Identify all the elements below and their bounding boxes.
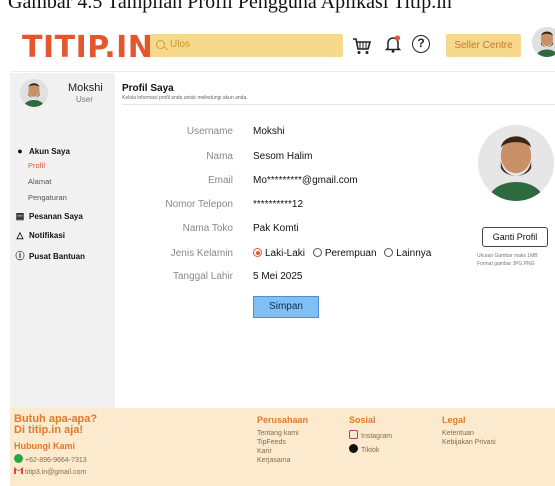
sidebar-item-label: Pusat Bantuan xyxy=(29,252,86,261)
birth-date-label: Tanggal Lahir xyxy=(172,271,233,282)
sidebar-item-pesanan-saya[interactable]: ▤ Pesanan Saya xyxy=(15,210,83,222)
email-field[interactable]: Mo*********@gmail.com xyxy=(253,175,358,186)
footer-link[interactable]: Tentang kami xyxy=(257,430,299,437)
sidebar-item-akun-saya[interactable]: ● Akun Saya xyxy=(15,145,70,157)
gender-label: Jenis Kelamin xyxy=(170,248,233,259)
username-field[interactable]: Mokshi xyxy=(253,126,285,137)
gender-radio-group: Laki-Laki Perempuan Lainnya xyxy=(253,248,436,259)
sidebar-item-label: Pesanan Saya xyxy=(29,212,83,221)
cart-icon[interactable] xyxy=(352,37,372,55)
email-address: titip3.in@gmail.com xyxy=(25,469,87,476)
photo-format-hint: Format gambar JPG,PNG xyxy=(477,261,535,267)
footer-email[interactable]: titip3.in@gmail.com xyxy=(14,466,86,476)
mail-icon xyxy=(14,466,23,475)
change-photo-button[interactable]: Ganti Profil xyxy=(482,227,548,247)
footer-link[interactable]: Kebijakan Privasi xyxy=(442,439,496,446)
phone-number: +62-896-9664-7313 xyxy=(25,457,87,464)
gender-option-label: Laki-Laki xyxy=(265,248,306,259)
app-logo[interactable]: TITIP.IN xyxy=(22,30,153,65)
phone-field[interactable]: **********12 xyxy=(253,199,303,210)
sidebar-sub-profil[interactable]: Profil xyxy=(28,160,45,171)
photo-size-hint: Ukuran Gambar maks 1MB xyxy=(477,253,538,259)
search-input[interactable]: Ulos xyxy=(170,39,190,50)
footer-social-heading: Sosial xyxy=(349,415,376,425)
search-bar[interactable]: Ulos xyxy=(150,34,343,57)
shop-name-field[interactable]: Pak Komti xyxy=(253,223,299,234)
gender-radio-female[interactable] xyxy=(312,248,322,257)
footer-tagline: Butuh apa-apa? Di titip.in aja! xyxy=(14,414,97,436)
footer-tiktok-link[interactable]: Tiktok xyxy=(349,444,379,454)
footer-link[interactable]: Ketentuan xyxy=(442,430,474,437)
footer-legal-heading: Legal xyxy=(442,415,466,425)
footer-phone[interactable]: +62-896-9664-7313 xyxy=(14,454,87,464)
footer-link[interactable]: Karir xyxy=(257,448,272,455)
sidebar-sub-pengaturan[interactable]: Pengaturan xyxy=(28,192,67,203)
top-header: TITIP.IN Ulos ? Seller Centre xyxy=(10,18,555,72)
help-icon: ⓘ xyxy=(15,251,25,261)
page-title: Profil Saya xyxy=(122,83,174,94)
header-avatar[interactable] xyxy=(532,27,555,57)
profile-panel: Profil Saya Kelola informasi profil anda… xyxy=(115,73,555,408)
user-icon: ● xyxy=(17,146,23,156)
footer-link: Instagram xyxy=(361,433,393,440)
footer-link: Tiktok xyxy=(361,447,380,454)
email-label: Email xyxy=(207,175,233,186)
sidebar-item-label: Akun Saya xyxy=(29,147,70,156)
birth-date-field[interactable]: 5 Mei 2025 xyxy=(253,271,302,282)
sidebar-avatar xyxy=(20,79,48,107)
figure-caption: Gambar 4.5 Tampilan Profil Pengguna Apli… xyxy=(8,0,452,13)
tiktok-icon xyxy=(349,444,358,453)
footer-instagram-link[interactable]: Instagram xyxy=(349,430,392,440)
gender-radio-male[interactable] xyxy=(253,248,262,257)
name-field[interactable]: Sesom Halim xyxy=(253,151,312,162)
gender-option-label: Lainnya xyxy=(396,248,432,259)
divider xyxy=(122,104,555,105)
bell-icon: △ xyxy=(16,230,24,240)
seller-centre-button[interactable]: Seller Centre xyxy=(446,34,521,57)
name-label: Nama xyxy=(206,151,233,162)
sidebar-user-name: Mokshi xyxy=(68,82,103,94)
receipt-icon: ▤ xyxy=(15,211,25,221)
whatsapp-icon xyxy=(14,454,23,463)
bell-icon[interactable] xyxy=(385,35,401,53)
footer-company-heading: Perusahaan xyxy=(257,415,309,425)
sidebar-item-pusat-bantuan[interactable]: ⓘ Pusat Bantuan xyxy=(15,250,85,262)
app-screenshot: TITIP.IN Ulos ? Seller Centre Mokshi Use… xyxy=(10,18,555,486)
help-icon[interactable]: ? xyxy=(412,35,430,53)
shop-name-label: Nama Toko xyxy=(182,223,233,234)
footer: Butuh apa-apa? Di titip.in aja! Hubungi … xyxy=(10,408,555,486)
sidebar-user-role: User xyxy=(76,95,93,104)
instagram-icon xyxy=(349,430,358,439)
gender-option-label: Perempuan xyxy=(324,248,377,259)
phone-label: Nomor Telepon xyxy=(165,199,233,210)
footer-link[interactable]: TipFeeds xyxy=(257,439,286,446)
footer-link[interactable]: Kerjasama xyxy=(257,457,290,464)
contact-heading: Hubungi Kami xyxy=(14,441,75,451)
sidebar: Mokshi User ● Akun Saya Profil Alamat Pen… xyxy=(10,73,115,408)
sidebar-user-card[interactable]: Mokshi User xyxy=(20,79,103,109)
footer-tagline-line-2: Di titip.in aja! xyxy=(14,424,84,436)
username-label: Username xyxy=(186,126,233,137)
profile-photo xyxy=(478,125,554,201)
gender-radio-other[interactable] xyxy=(384,248,394,257)
sidebar-sub-alamat[interactable]: Alamat xyxy=(28,176,51,187)
save-button[interactable]: Simpan xyxy=(253,296,319,318)
search-icon xyxy=(156,40,165,49)
sidebar-item-notifikasi[interactable]: △ Notifikasi xyxy=(15,229,65,241)
page-subtitle: Kelola informasi profil anda untuk melin… xyxy=(122,95,248,101)
sidebar-item-label: Notifikasi xyxy=(29,231,66,240)
